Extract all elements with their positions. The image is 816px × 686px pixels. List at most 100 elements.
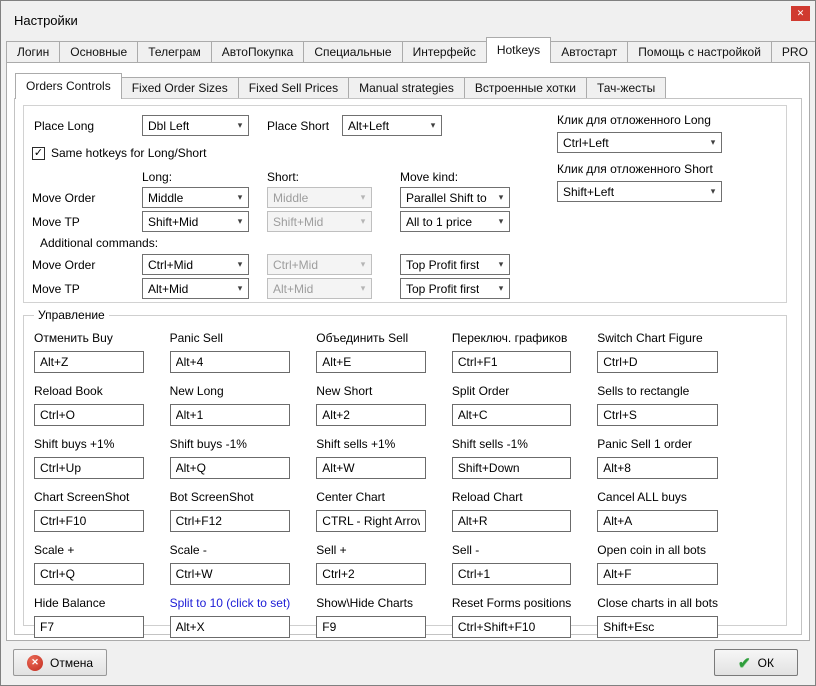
hotkey-label: Reset Forms positions: [452, 596, 571, 612]
additional-move-order-long-select[interactable]: Ctrl+Mid ▾: [142, 254, 249, 275]
pending-long-select[interactable]: Ctrl+Left ▾: [557, 132, 722, 153]
hotkey-input[interactable]: [316, 351, 426, 373]
hotkey-input[interactable]: [34, 457, 144, 479]
hotkey-input[interactable]: [452, 351, 571, 373]
move-tp-label: Move TP: [32, 215, 80, 229]
additional-move-order-short-select: Ctrl+Mid ▾: [267, 254, 372, 275]
hotkey-input[interactable]: [170, 510, 291, 532]
subtab-fixed-order-sizes[interactable]: Fixed Order Sizes: [121, 77, 239, 98]
move-order-long-select[interactable]: Middle ▾: [142, 187, 249, 208]
subtab-touch-gestures[interactable]: Тач-жесты: [586, 77, 666, 98]
close-button[interactable]: ✕: [791, 6, 810, 21]
tab-autostart[interactable]: Автостарт: [550, 41, 628, 62]
subtab-manual-strategies[interactable]: Manual strategies: [348, 77, 465, 98]
tab-special[interactable]: Специальные: [303, 41, 402, 62]
hotkey-input[interactable]: [170, 457, 291, 479]
same-hotkeys-checkbox[interactable]: ✓ Same hotkeys for Long/Short: [32, 146, 206, 160]
additional-move-tp-short-select: Alt+Mid ▾: [267, 278, 372, 299]
tab-interface[interactable]: Интерфейс: [402, 41, 487, 62]
hotkey-input[interactable]: [597, 457, 718, 479]
hotkey-input[interactable]: [452, 404, 571, 426]
hotkey-input[interactable]: [597, 404, 718, 426]
place-short-select[interactable]: Alt+Left ▾: [342, 115, 442, 136]
hotkey-input[interactable]: [597, 351, 718, 373]
cancel-button[interactable]: ✕ Отмена: [13, 649, 107, 676]
hotkey-input[interactable]: [452, 616, 571, 638]
hotkey-input[interactable]: [316, 563, 426, 585]
subtab-builtin-hotkeys[interactable]: Встроенные хотки: [464, 77, 587, 98]
tab-login[interactable]: Логин: [6, 41, 60, 62]
hotkey-cell-chart-screenshot: Chart ScreenShot: [34, 490, 144, 532]
additional-move-tp-kind-select[interactable]: Top Profit first ▾: [400, 278, 510, 299]
chevron-down-icon: ▾: [425, 120, 441, 131]
chevron-down-icon: ▾: [232, 259, 248, 270]
ok-button[interactable]: ✔ ОК: [714, 649, 798, 676]
move-tp-kind-select[interactable]: All to 1 price ▾: [400, 211, 510, 232]
tab-hotkeys[interactable]: Hotkeys: [486, 37, 551, 63]
additional-move-order-kind-select[interactable]: Top Profit first ▾: [400, 254, 510, 275]
hotkey-cell-bot-screenshot: Bot ScreenShot: [170, 490, 291, 532]
tab-setup-help[interactable]: Помощь с настройкой: [627, 41, 772, 62]
chevron-down-icon: ▾: [705, 137, 721, 148]
hotkey-label: Отменить Buy: [34, 331, 144, 347]
hotkey-input[interactable]: [597, 510, 718, 532]
hotkey-input[interactable]: [170, 563, 291, 585]
hotkey-input[interactable]: [170, 351, 291, 373]
hotkey-label: Hide Balance: [34, 596, 144, 612]
pending-short-select[interactable]: Shift+Left ▾: [557, 181, 722, 202]
hotkey-cell-switch-charts: Переключ. графиков: [452, 331, 571, 373]
hotkey-input[interactable]: [170, 404, 291, 426]
combo-value: Top Profit first: [406, 258, 479, 272]
combo-value: Top Profit first: [406, 282, 479, 296]
hotkey-cell-sells-to-rectangle: Sells to rectangle: [597, 384, 718, 426]
tab-telegram[interactable]: Телеграм: [137, 41, 212, 62]
hotkey-input[interactable]: [452, 563, 571, 585]
hotkey-cell-open-coin-all-bots: Open coin in all bots: [597, 543, 718, 585]
hotkey-input[interactable]: [34, 616, 144, 638]
move-order-kind-select[interactable]: Parallel Shift to ▾: [400, 187, 510, 208]
chevron-down-icon: ▾: [232, 120, 248, 131]
chevron-down-icon: ▾: [705, 186, 721, 197]
place-long-select[interactable]: Dbl Left ▾: [142, 115, 249, 136]
hotkey-grid: Отменить Buy Panic Sell Объединить Sell …: [24, 316, 786, 638]
hotkey-input[interactable]: [34, 404, 144, 426]
split-to-10-link[interactable]: Split to 10 (click to set): [170, 596, 291, 612]
hotkey-input[interactable]: [316, 510, 426, 532]
hotkey-cell-new-long: New Long: [170, 384, 291, 426]
hotkey-label: Sell +: [316, 543, 426, 559]
hotkey-input[interactable]: [452, 510, 571, 532]
place-short-label: Place Short: [267, 119, 329, 133]
tab-autobuy[interactable]: АвтоПокупка: [211, 41, 305, 62]
combo-value: Dbl Left: [148, 119, 189, 133]
column-header-short: Short:: [267, 170, 299, 184]
subtab-fixed-sell-prices[interactable]: Fixed Sell Prices: [238, 77, 349, 98]
additional-move-tp-label: Move TP: [32, 282, 80, 296]
chevron-down-icon: ▾: [232, 192, 248, 203]
hotkey-cell-split-order: Split Order: [452, 384, 571, 426]
additional-move-tp-long-select[interactable]: Alt+Mid ▾: [142, 278, 249, 299]
hotkey-label: Cancel ALL buys: [597, 490, 718, 506]
combo-value: Middle: [273, 191, 308, 205]
hotkey-input[interactable]: [597, 616, 718, 638]
hotkey-cell-scale-plus: Scale +: [34, 543, 144, 585]
hotkey-input[interactable]: [597, 563, 718, 585]
hotkey-input[interactable]: [170, 616, 291, 638]
hotkey-input[interactable]: [452, 457, 571, 479]
hotkey-label: Close charts in all bots: [597, 596, 718, 612]
hotkey-input[interactable]: [34, 510, 144, 532]
hotkey-input[interactable]: [34, 563, 144, 585]
hotkey-cell-split-to-10: Split to 10 (click to set): [170, 596, 291, 638]
chevron-down-icon: ▾: [355, 216, 371, 227]
hotkey-input[interactable]: [316, 616, 426, 638]
checkbox-checked-icon: ✓: [32, 147, 45, 160]
hotkey-input[interactable]: [34, 351, 144, 373]
move-tp-long-select[interactable]: Shift+Mid ▾: [142, 211, 249, 232]
subtab-orders-controls[interactable]: Orders Controls: [15, 73, 122, 99]
same-hotkeys-label: Same hotkeys for Long/Short: [51, 146, 206, 160]
tab-main[interactable]: Основные: [59, 41, 138, 62]
hotkey-input[interactable]: [316, 457, 426, 479]
hotkey-input[interactable]: [316, 404, 426, 426]
hotkey-label: Open coin in all bots: [597, 543, 718, 559]
tab-pro[interactable]: PRO: [771, 41, 816, 62]
hotkey-cell-merge-sell: Объединить Sell: [316, 331, 426, 373]
